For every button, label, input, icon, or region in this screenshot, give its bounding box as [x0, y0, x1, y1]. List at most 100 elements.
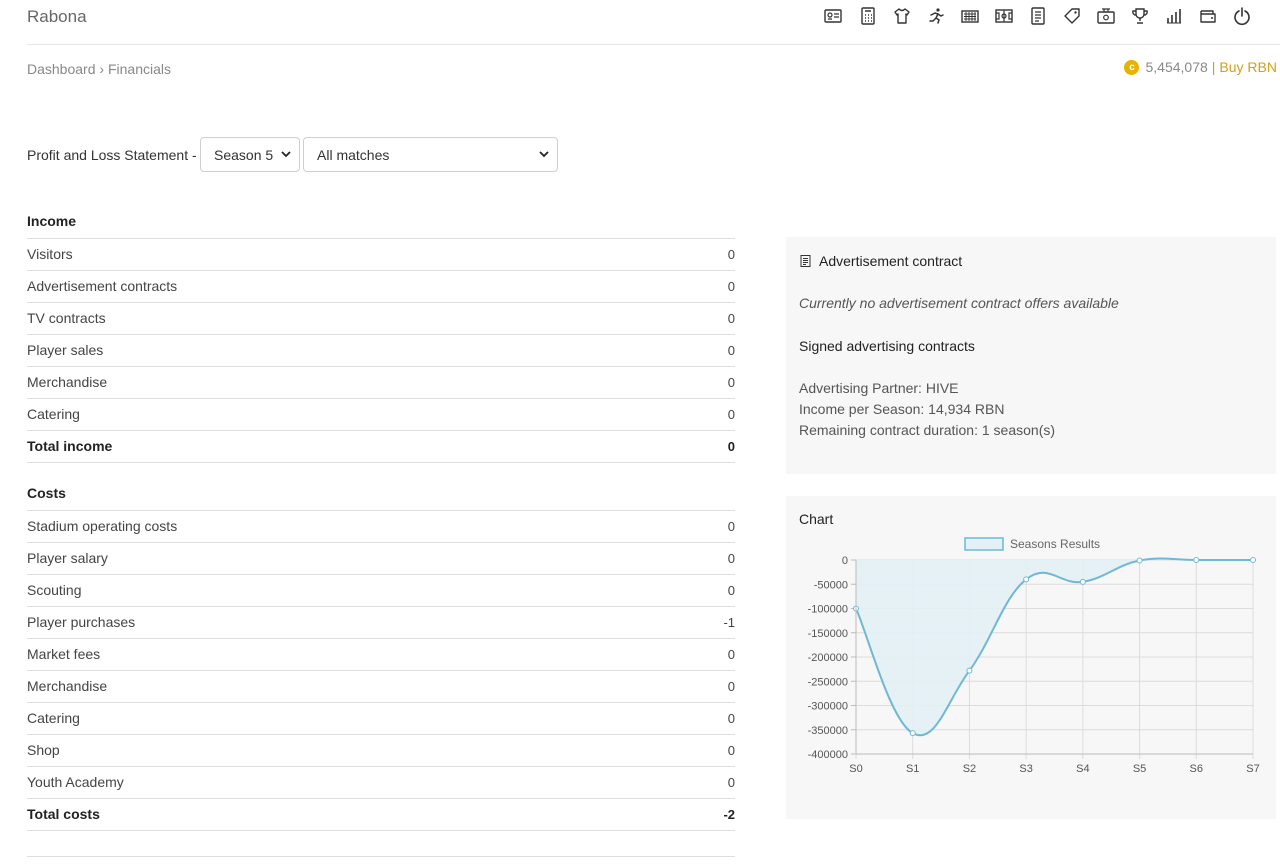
income-row-value: 0 [727, 279, 735, 294]
chevron-down-icon [281, 151, 291, 158]
x-tick-label: S6 [1190, 763, 1203, 775]
x-tick-label: S4 [1076, 763, 1089, 775]
costs-row-value: -1 [723, 615, 735, 630]
costs-row-value: 0 [727, 519, 735, 534]
income-row-label: Visitors [27, 246, 73, 262]
costs-row: Stadium operating costs 0 [27, 511, 735, 543]
trophy-icon[interactable] [1130, 6, 1150, 26]
money-icon[interactable] [1096, 6, 1116, 26]
data-point [966, 667, 973, 674]
income-row: Merchandise 0 [27, 367, 735, 399]
power-icon[interactable] [1232, 6, 1252, 26]
breadcrumb-dashboard[interactable]: Dashboard [27, 61, 96, 77]
chart-panel: 0 -50000 -100000 -150000 -200000 -250000 -3000… [786, 496, 1276, 819]
total-costs-row: Total costs -2 [27, 799, 735, 831]
costs-row-label: Stadium operating costs [27, 518, 178, 534]
tag-icon[interactable] [1062, 6, 1082, 26]
chevron-down-icon [539, 151, 549, 158]
buy-separator: | [1211, 59, 1216, 75]
income-table: Income Visitors 0 Advertisement contracts 0… [27, 207, 735, 463]
no-offers-text: Currently no advertisement contract offe… [799, 295, 1119, 311]
x-tick-label: S7 [1246, 763, 1259, 775]
advertising-partner: Advertising Partner: HIVE [799, 380, 959, 396]
income-row-label: Advertisement contracts [27, 278, 178, 294]
shirt-icon[interactable] [892, 6, 912, 26]
income-row-label: Merchandise [27, 374, 108, 390]
x-tick-label: S5 [1133, 763, 1146, 775]
breadcrumb-separator: › [99, 61, 105, 77]
data-point [1023, 576, 1030, 583]
field-icon[interactable] [994, 6, 1014, 26]
costs-row-value: 0 [727, 647, 735, 662]
income-heading: Income [27, 207, 735, 239]
rbn-balance: c 5,454,078 | Buy RBN [1124, 59, 1277, 75]
costs-row-label: Player purchases [27, 614, 136, 630]
advertisement-title-text: Advertisement contract [819, 253, 963, 269]
costs-row-label: Market fees [27, 646, 101, 662]
costs-row-label: Catering [27, 710, 80, 726]
costs-row-value: 0 [727, 679, 735, 694]
nav-icons [27, 6, 1277, 26]
breadcrumb-current: Financials [107, 61, 171, 77]
running-icon[interactable] [926, 6, 946, 26]
total-costs-label: Total costs [27, 806, 100, 822]
matches-select-value: All matches [317, 147, 390, 163]
stadium-icon[interactable] [960, 6, 980, 26]
total-income-value: 0 [727, 439, 735, 454]
season-select[interactable]: Season 5 [200, 137, 300, 172]
calculator-icon[interactable] [858, 6, 878, 26]
matches-select[interactable]: All matches [303, 137, 558, 172]
income-row-label: Player sales [27, 342, 104, 358]
data-point [909, 730, 916, 737]
top-navbar: Rabona [27, 0, 1280, 45]
wallet-icon[interactable] [1198, 6, 1218, 26]
coin-icon: c [1124, 59, 1140, 75]
costs-row: Catering 0 [27, 703, 735, 735]
income-row-value: 0 [727, 247, 735, 262]
costs-row: Scouting 0 [27, 575, 735, 607]
y-tick-label: -200000 [808, 652, 848, 664]
costs-row-label: Player salary [27, 550, 108, 566]
y-tick-label: 0 [842, 555, 848, 567]
costs-row-label: Youth Academy [27, 774, 124, 790]
id-card-icon[interactable] [823, 6, 843, 26]
total-income-row: Total income 0 [27, 431, 735, 463]
balance-amount: 5,454,078 [1145, 59, 1208, 75]
chart-panel-title: Chart [799, 511, 834, 527]
y-tick-label: -350000 [808, 725, 848, 737]
stats-icon[interactable] [1164, 6, 1184, 26]
total-income-label: Total income [27, 438, 113, 454]
costs-heading: Costs [27, 479, 735, 511]
x-tick-label: S1 [906, 763, 919, 775]
costs-row: Merchandise 0 [27, 671, 735, 703]
costs-row-value: 0 [727, 583, 735, 598]
costs-row-label: Scouting [27, 582, 82, 598]
y-tick-label: -250000 [808, 676, 848, 688]
legend-swatch [964, 537, 1004, 551]
buy-rbn-link[interactable]: Buy RBN [1219, 59, 1277, 75]
y-tick-label: -400000 [808, 749, 848, 761]
series-area [856, 558, 1253, 736]
document-icon [800, 255, 811, 267]
y-tick-label: -150000 [808, 628, 848, 640]
advertisement-panel: Advertisement contract Currently no adve… [786, 237, 1276, 474]
income-row-label: Catering [27, 406, 80, 422]
costs-row: Shop 0 [27, 735, 735, 767]
total-costs-value: -2 [723, 807, 735, 822]
season-select-value: Season 5 [214, 147, 274, 163]
costs-row-value: 0 [727, 551, 735, 566]
pl-statement-label: Profit and Loss Statement - [27, 147, 197, 163]
income-row: TV contracts 0 [27, 303, 735, 335]
costs-row: Youth Academy 0 [27, 767, 735, 799]
document-icon[interactable] [1028, 6, 1048, 26]
y-tick-label: -50000 [814, 579, 848, 591]
data-point [1250, 557, 1256, 563]
signed-contracts-heading: Signed advertising contracts [799, 338, 975, 354]
x-tick-label: S3 [1019, 763, 1032, 775]
costs-row: Player purchases -1 [27, 607, 735, 639]
costs-row-label: Shop [27, 742, 60, 758]
income-row: Visitors 0 [27, 239, 735, 271]
data-point [1079, 578, 1086, 585]
costs-row: Player salary 0 [27, 543, 735, 575]
costs-row-value: 0 [727, 743, 735, 758]
